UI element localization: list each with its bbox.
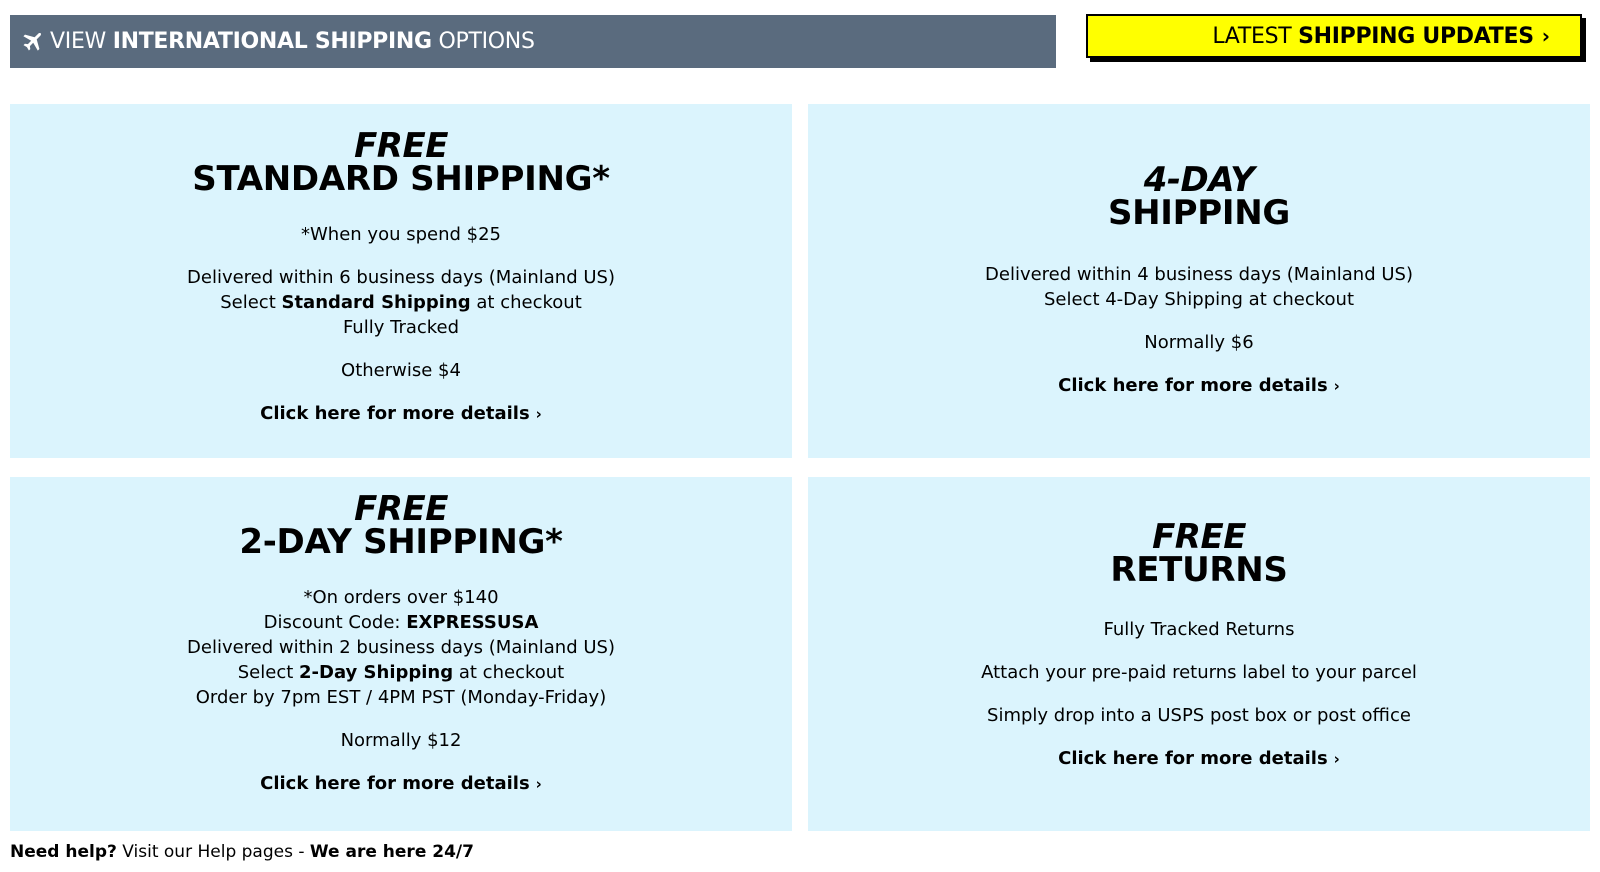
international-shipping-bar[interactable]: VIEW INTERNATIONAL SHIPPING OPTIONS	[10, 15, 1056, 68]
latest-shipping-updates-button[interactable]: LATEST SHIPPING UPDATES ›	[1086, 14, 1582, 58]
card-tracked-text: Fully Tracked	[342, 317, 460, 338]
card-select-text: Select Standard Shipping at checkout	[220, 292, 582, 313]
chevron-right-icon: ›	[1333, 377, 1340, 395]
card-note: *On orders over $140	[303, 587, 499, 608]
chevron-right-icon: ›	[1541, 24, 1550, 48]
card-title: SHIPPING	[1107, 193, 1291, 233]
card-title: RETURNS	[1110, 550, 1288, 590]
chevron-right-icon: ›	[535, 405, 542, 423]
more-details-link[interactable]: Click here for more details ›	[808, 373, 1590, 399]
card-note: *When you spend $25	[301, 224, 501, 245]
four-day-shipping-card: 4-DAY SHIPPING Delivered within 4 busine…	[808, 104, 1590, 458]
international-shipping-label: VIEW INTERNATIONAL SHIPPING OPTIONS	[50, 29, 535, 54]
card-free-label: FREE	[354, 489, 448, 529]
card-title: STANDARD SHIPPING*	[192, 159, 610, 199]
two-day-shipping-card: FREE 2-DAY SHIPPING* *On orders over $14…	[10, 477, 792, 831]
card-tracked-text: Fully Tracked Returns	[1103, 619, 1295, 640]
card-dropoff-text: Simply drop into a USPS post box or post…	[987, 705, 1411, 726]
discount-code-text: Discount Code: EXPRESSUSA	[263, 612, 539, 633]
help-pages-link[interactable]: Visit our Help pages -	[122, 842, 304, 862]
more-details-link[interactable]: Click here for more details ›	[10, 401, 792, 427]
card-title-primary: 4-DAY	[1143, 160, 1255, 200]
card-label-text: Attach your pre-paid returns label to yo…	[981, 662, 1417, 683]
free-returns-card: FREE RETURNS Fully Tracked Returns Attac…	[808, 477, 1590, 831]
standard-shipping-card: FREE STANDARD SHIPPING* *When you spend …	[10, 104, 792, 458]
card-price: Normally $12	[340, 730, 462, 751]
need-help-label: Need help?	[10, 842, 117, 862]
discount-code: EXPRESSUSA	[406, 612, 539, 633]
help-footer: Need help? Visit our Help pages - We are…	[10, 842, 474, 862]
card-delivery-text: Delivered within 4 business days (Mainla…	[985, 264, 1413, 285]
card-cutoff-text: Order by 7pm EST / 4PM PST (Monday-Frida…	[195, 687, 607, 708]
more-details-link[interactable]: Click here for more details ›	[10, 771, 792, 797]
plane-icon	[20, 30, 44, 54]
more-details-link[interactable]: Click here for more details ›	[808, 746, 1590, 772]
latest-shipping-updates-label: LATEST SHIPPING UPDATES	[1212, 23, 1534, 49]
card-select-text: Select 4-Day Shipping at checkout	[1043, 289, 1355, 310]
card-free-label: FREE	[1152, 517, 1246, 557]
card-price: Normally $6	[1144, 332, 1254, 353]
card-price: Otherwise $4	[341, 360, 461, 381]
card-free-label: FREE	[354, 126, 448, 166]
card-title: 2-DAY SHIPPING*	[239, 522, 563, 562]
chevron-right-icon: ›	[535, 775, 542, 793]
chevron-right-icon: ›	[1333, 750, 1340, 768]
card-select-text: Select 2-Day Shipping at checkout	[237, 662, 565, 683]
support-hours-label: We are here 24/7	[309, 842, 474, 862]
card-delivery-text: Delivered within 6 business days (Mainla…	[187, 267, 615, 288]
card-delivery-text: Delivered within 2 business days (Mainla…	[187, 637, 615, 658]
